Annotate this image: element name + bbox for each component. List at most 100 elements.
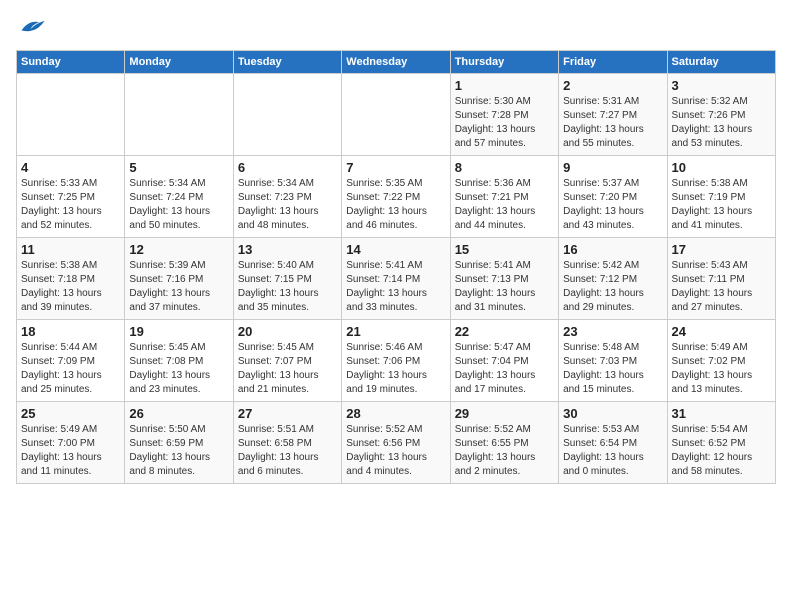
day-number: 1 bbox=[455, 78, 554, 93]
day-info: Sunrise: 5:53 AM Sunset: 6:54 PM Dayligh… bbox=[563, 423, 662, 479]
day-info: Sunrise: 5:38 AM Sunset: 7:18 PM Dayligh… bbox=[21, 259, 120, 315]
calendar-cell: 18Sunrise: 5:44 AM Sunset: 7:09 PM Dayli… bbox=[17, 320, 125, 402]
day-number: 14 bbox=[346, 242, 445, 257]
day-info: Sunrise: 5:45 AM Sunset: 7:07 PM Dayligh… bbox=[238, 341, 337, 397]
calendar-cell: 27 Sunrise: 5:51 AM Sunset: 6:58 PM Dayli… bbox=[233, 402, 341, 484]
column-header-thursday: Thursday bbox=[450, 51, 558, 74]
calendar-cell: 8 Sunrise: 5:36 AM Sunset: 7:21 PM Daylig… bbox=[450, 156, 558, 238]
calendar-cell: 15Sunrise: 5:41 AM Sunset: 7:13 PM Dayli… bbox=[450, 238, 558, 320]
day-info: Sunrise: 5:33 AM Sunset: 7:25 PM Dayligh… bbox=[21, 177, 120, 233]
day-info: Sunrise: 5:34 AM Sunset: 7:24 PM Dayligh… bbox=[129, 177, 228, 233]
day-info: Sunrise: 5:45 AM Sunset: 7:08 PM Dayligh… bbox=[129, 341, 228, 397]
calendar-week-row: 18Sunrise: 5:44 AM Sunset: 7:09 PM Dayli… bbox=[17, 320, 776, 402]
day-number: 26 bbox=[129, 406, 228, 421]
day-number: 15 bbox=[455, 242, 554, 257]
day-number: 8 bbox=[455, 160, 554, 175]
calendar-table: SundayMondayTuesdayWednesdayThursdayFrid… bbox=[16, 50, 776, 484]
day-info: Sunrise: 5:37 AM Sunset: 7:20 PM Dayligh… bbox=[563, 177, 662, 233]
day-info: Sunrise: 5:38 AM Sunset: 7:19 PM Dayligh… bbox=[672, 177, 771, 233]
calendar-cell bbox=[233, 74, 341, 156]
calendar-cell: 9 Sunrise: 5:37 AM Sunset: 7:20 PM Daylig… bbox=[559, 156, 667, 238]
calendar-header-row: SundayMondayTuesdayWednesdayThursdayFrid… bbox=[17, 51, 776, 74]
calendar-cell: 19 Sunrise: 5:45 AM Sunset: 7:08 PM Dayli… bbox=[125, 320, 233, 402]
calendar-cell: 25 Sunrise: 5:49 AM Sunset: 7:00 PM Dayli… bbox=[17, 402, 125, 484]
calendar-week-row: 4 Sunrise: 5:33 AM Sunset: 7:25 PM Daylig… bbox=[17, 156, 776, 238]
day-number: 25 bbox=[21, 406, 120, 421]
day-number: 4 bbox=[21, 160, 120, 175]
day-number: 12 bbox=[129, 242, 228, 257]
day-number: 10 bbox=[672, 160, 771, 175]
day-number: 24 bbox=[672, 324, 771, 339]
logo-bird-icon bbox=[18, 16, 46, 38]
calendar-cell: 16 Sunrise: 5:42 AM Sunset: 7:12 PM Dayli… bbox=[559, 238, 667, 320]
calendar-cell: 17 Sunrise: 5:43 AM Sunset: 7:11 PM Dayli… bbox=[667, 238, 775, 320]
calendar-cell: 2Sunrise: 5:31 AM Sunset: 7:27 PM Daylig… bbox=[559, 74, 667, 156]
day-number: 18 bbox=[21, 324, 120, 339]
column-header-tuesday: Tuesday bbox=[233, 51, 341, 74]
calendar-cell: 12 Sunrise: 5:39 AM Sunset: 7:16 PM Dayli… bbox=[125, 238, 233, 320]
column-header-friday: Friday bbox=[559, 51, 667, 74]
day-info: Sunrise: 5:43 AM Sunset: 7:11 PM Dayligh… bbox=[672, 259, 771, 315]
day-info: Sunrise: 5:40 AM Sunset: 7:15 PM Dayligh… bbox=[238, 259, 337, 315]
day-info: Sunrise: 5:35 AM Sunset: 7:22 PM Dayligh… bbox=[346, 177, 445, 233]
day-info: Sunrise: 5:32 AM Sunset: 7:26 PM Dayligh… bbox=[672, 95, 771, 151]
day-number: 19 bbox=[129, 324, 228, 339]
calendar-week-row: 1 Sunrise: 5:30 AM Sunset: 7:28 PM Daylig… bbox=[17, 74, 776, 156]
calendar-cell: 5 Sunrise: 5:34 AM Sunset: 7:24 PM Daylig… bbox=[125, 156, 233, 238]
day-info: Sunrise: 5:54 AM Sunset: 6:52 PM Dayligh… bbox=[672, 423, 771, 479]
column-header-sunday: Sunday bbox=[17, 51, 125, 74]
day-number: 23 bbox=[563, 324, 662, 339]
day-number: 22 bbox=[455, 324, 554, 339]
calendar-cell: 7 Sunrise: 5:35 AM Sunset: 7:22 PM Daylig… bbox=[342, 156, 450, 238]
day-info: Sunrise: 5:49 AM Sunset: 7:02 PM Dayligh… bbox=[672, 341, 771, 397]
calendar-cell bbox=[342, 74, 450, 156]
day-info: Sunrise: 5:46 AM Sunset: 7:06 PM Dayligh… bbox=[346, 341, 445, 397]
day-info: Sunrise: 5:42 AM Sunset: 7:12 PM Dayligh… bbox=[563, 259, 662, 315]
day-number: 31 bbox=[672, 406, 771, 421]
day-info: Sunrise: 5:49 AM Sunset: 7:00 PM Dayligh… bbox=[21, 423, 120, 479]
day-number: 2 bbox=[563, 78, 662, 93]
calendar-cell: 21 Sunrise: 5:46 AM Sunset: 7:06 PM Dayli… bbox=[342, 320, 450, 402]
day-info: Sunrise: 5:47 AM Sunset: 7:04 PM Dayligh… bbox=[455, 341, 554, 397]
day-info: Sunrise: 5:30 AM Sunset: 7:28 PM Dayligh… bbox=[455, 95, 554, 151]
calendar-cell: 30Sunrise: 5:53 AM Sunset: 6:54 PM Dayli… bbox=[559, 402, 667, 484]
day-info: Sunrise: 5:36 AM Sunset: 7:21 PM Dayligh… bbox=[455, 177, 554, 233]
day-number: 17 bbox=[672, 242, 771, 257]
calendar-cell: 29 Sunrise: 5:52 AM Sunset: 6:55 PM Dayli… bbox=[450, 402, 558, 484]
day-number: 21 bbox=[346, 324, 445, 339]
calendar-cell: 14 Sunrise: 5:41 AM Sunset: 7:14 PM Dayli… bbox=[342, 238, 450, 320]
calendar-cell: 3 Sunrise: 5:32 AM Sunset: 7:26 PM Daylig… bbox=[667, 74, 775, 156]
calendar-cell: 24 Sunrise: 5:49 AM Sunset: 7:02 PM Dayli… bbox=[667, 320, 775, 402]
calendar-cell: 31 Sunrise: 5:54 AM Sunset: 6:52 PM Dayli… bbox=[667, 402, 775, 484]
calendar-cell: 13Sunrise: 5:40 AM Sunset: 7:15 PM Dayli… bbox=[233, 238, 341, 320]
day-number: 28 bbox=[346, 406, 445, 421]
day-number: 11 bbox=[21, 242, 120, 257]
calendar-cell: 20Sunrise: 5:45 AM Sunset: 7:07 PM Dayli… bbox=[233, 320, 341, 402]
logo bbox=[16, 16, 46, 38]
day-info: Sunrise: 5:39 AM Sunset: 7:16 PM Dayligh… bbox=[129, 259, 228, 315]
calendar-cell: 22 Sunrise: 5:47 AM Sunset: 7:04 PM Dayli… bbox=[450, 320, 558, 402]
calendar-cell: 10 Sunrise: 5:38 AM Sunset: 7:19 PM Dayli… bbox=[667, 156, 775, 238]
day-info: Sunrise: 5:41 AM Sunset: 7:14 PM Dayligh… bbox=[346, 259, 445, 315]
calendar-cell: 6Sunrise: 5:34 AM Sunset: 7:23 PM Daylig… bbox=[233, 156, 341, 238]
calendar-cell: 11 Sunrise: 5:38 AM Sunset: 7:18 PM Dayli… bbox=[17, 238, 125, 320]
day-number: 5 bbox=[129, 160, 228, 175]
day-number: 7 bbox=[346, 160, 445, 175]
calendar-cell: 28Sunrise: 5:52 AM Sunset: 6:56 PM Dayli… bbox=[342, 402, 450, 484]
calendar-cell: 26 Sunrise: 5:50 AM Sunset: 6:59 PM Dayli… bbox=[125, 402, 233, 484]
column-header-wednesday: Wednesday bbox=[342, 51, 450, 74]
column-header-monday: Monday bbox=[125, 51, 233, 74]
day-info: Sunrise: 5:50 AM Sunset: 6:59 PM Dayligh… bbox=[129, 423, 228, 479]
day-info: Sunrise: 5:52 AM Sunset: 6:55 PM Dayligh… bbox=[455, 423, 554, 479]
day-info: Sunrise: 5:34 AM Sunset: 7:23 PM Dayligh… bbox=[238, 177, 337, 233]
calendar-week-row: 11 Sunrise: 5:38 AM Sunset: 7:18 PM Dayli… bbox=[17, 238, 776, 320]
day-number: 16 bbox=[563, 242, 662, 257]
calendar-cell: 1 Sunrise: 5:30 AM Sunset: 7:28 PM Daylig… bbox=[450, 74, 558, 156]
day-info: Sunrise: 5:51 AM Sunset: 6:58 PM Dayligh… bbox=[238, 423, 337, 479]
day-number: 27 bbox=[238, 406, 337, 421]
day-number: 29 bbox=[455, 406, 554, 421]
calendar-cell bbox=[17, 74, 125, 156]
calendar-cell: 23Sunrise: 5:48 AM Sunset: 7:03 PM Dayli… bbox=[559, 320, 667, 402]
day-number: 3 bbox=[672, 78, 771, 93]
day-number: 9 bbox=[563, 160, 662, 175]
